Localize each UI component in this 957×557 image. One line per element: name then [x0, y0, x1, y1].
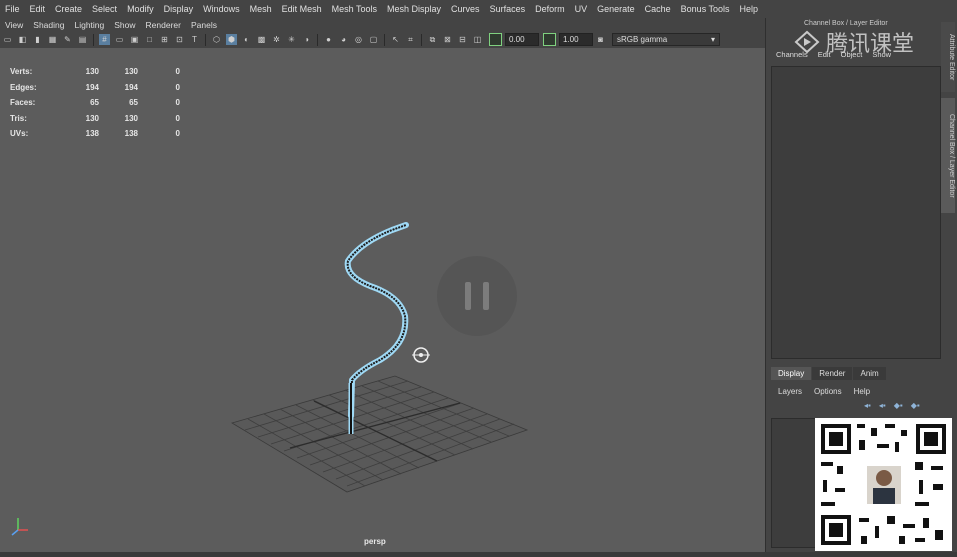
layer-editor-tabs: Display Render Anim [771, 367, 887, 380]
menu-modify[interactable]: Modify [122, 4, 159, 14]
menu-file[interactable]: File [0, 4, 25, 14]
tab-anim[interactable]: Anim [853, 367, 886, 380]
menu-bonus-tools[interactable]: Bonus Tools [676, 4, 735, 14]
camera-label: persp [364, 537, 386, 546]
layer-menu-help[interactable]: Help [854, 387, 870, 396]
menu-uv[interactable]: UV [570, 4, 593, 14]
viewport-panel[interactable]: View Shading Lighting Show Renderer Pane… [0, 18, 766, 552]
move-layer-up-icon[interactable]: ◂▪ [864, 401, 871, 410]
menu-mesh-tools[interactable]: Mesh Tools [327, 4, 382, 14]
layer-editor-menu: Layers Options Help [778, 387, 870, 396]
layer-menu-layers[interactable]: Layers [778, 387, 802, 396]
menu-surfaces[interactable]: Surfaces [485, 4, 531, 14]
move-layer-down-icon[interactable]: ◂▪ [879, 401, 886, 410]
new-layer-from-selected-icon[interactable]: ◆▪ [911, 401, 920, 410]
new-layer-icon[interactable]: ◆▪ [894, 401, 903, 410]
tab-attribute-editor[interactable]: Attribute Editor [941, 22, 955, 92]
bottom-border [0, 552, 957, 557]
qr-pattern [821, 424, 946, 545]
menu-edit[interactable]: Edit [25, 4, 51, 14]
tab-channel-box[interactable]: Channel Box / Layer Editor [941, 98, 955, 213]
viewport-scene[interactable] [0, 18, 765, 552]
menu-windows[interactable]: Windows [198, 4, 245, 14]
menu-help[interactable]: Help [735, 4, 764, 14]
menu-deform[interactable]: Deform [530, 4, 570, 14]
play-logo-icon [794, 30, 820, 54]
pause-icon [483, 282, 489, 310]
menu-generate[interactable]: Generate [592, 4, 640, 14]
channel-box-area[interactable] [771, 66, 941, 359]
layer-icons: ◂▪ ◂▪ ◆▪ ◆▪ [864, 401, 920, 410]
tab-display[interactable]: Display [771, 367, 812, 380]
qr-code-image [815, 418, 952, 551]
ground-grid [231, 375, 529, 493]
main-menubar: File Edit Create Select Modify Display W… [0, 0, 957, 18]
menu-cache[interactable]: Cache [640, 4, 676, 14]
menu-select[interactable]: Select [87, 4, 122, 14]
view-axis-icon [11, 518, 28, 536]
menu-create[interactable]: Create [50, 4, 87, 14]
tencent-classroom-watermark: 腾讯课堂 [792, 26, 914, 58]
menu-edit-mesh[interactable]: Edit Mesh [277, 4, 327, 14]
pause-overlay-button[interactable] [437, 256, 517, 336]
menu-curves[interactable]: Curves [446, 4, 485, 14]
pause-icon [465, 282, 471, 310]
menu-display[interactable]: Display [159, 4, 199, 14]
watermark-text: 腾讯课堂 [826, 32, 915, 57]
layer-menu-options[interactable]: Options [814, 387, 842, 396]
manipulator-icon[interactable] [412, 347, 430, 363]
menu-mesh-display[interactable]: Mesh Display [382, 4, 446, 14]
tab-render[interactable]: Render [812, 367, 853, 380]
menu-mesh[interactable]: Mesh [245, 4, 277, 14]
